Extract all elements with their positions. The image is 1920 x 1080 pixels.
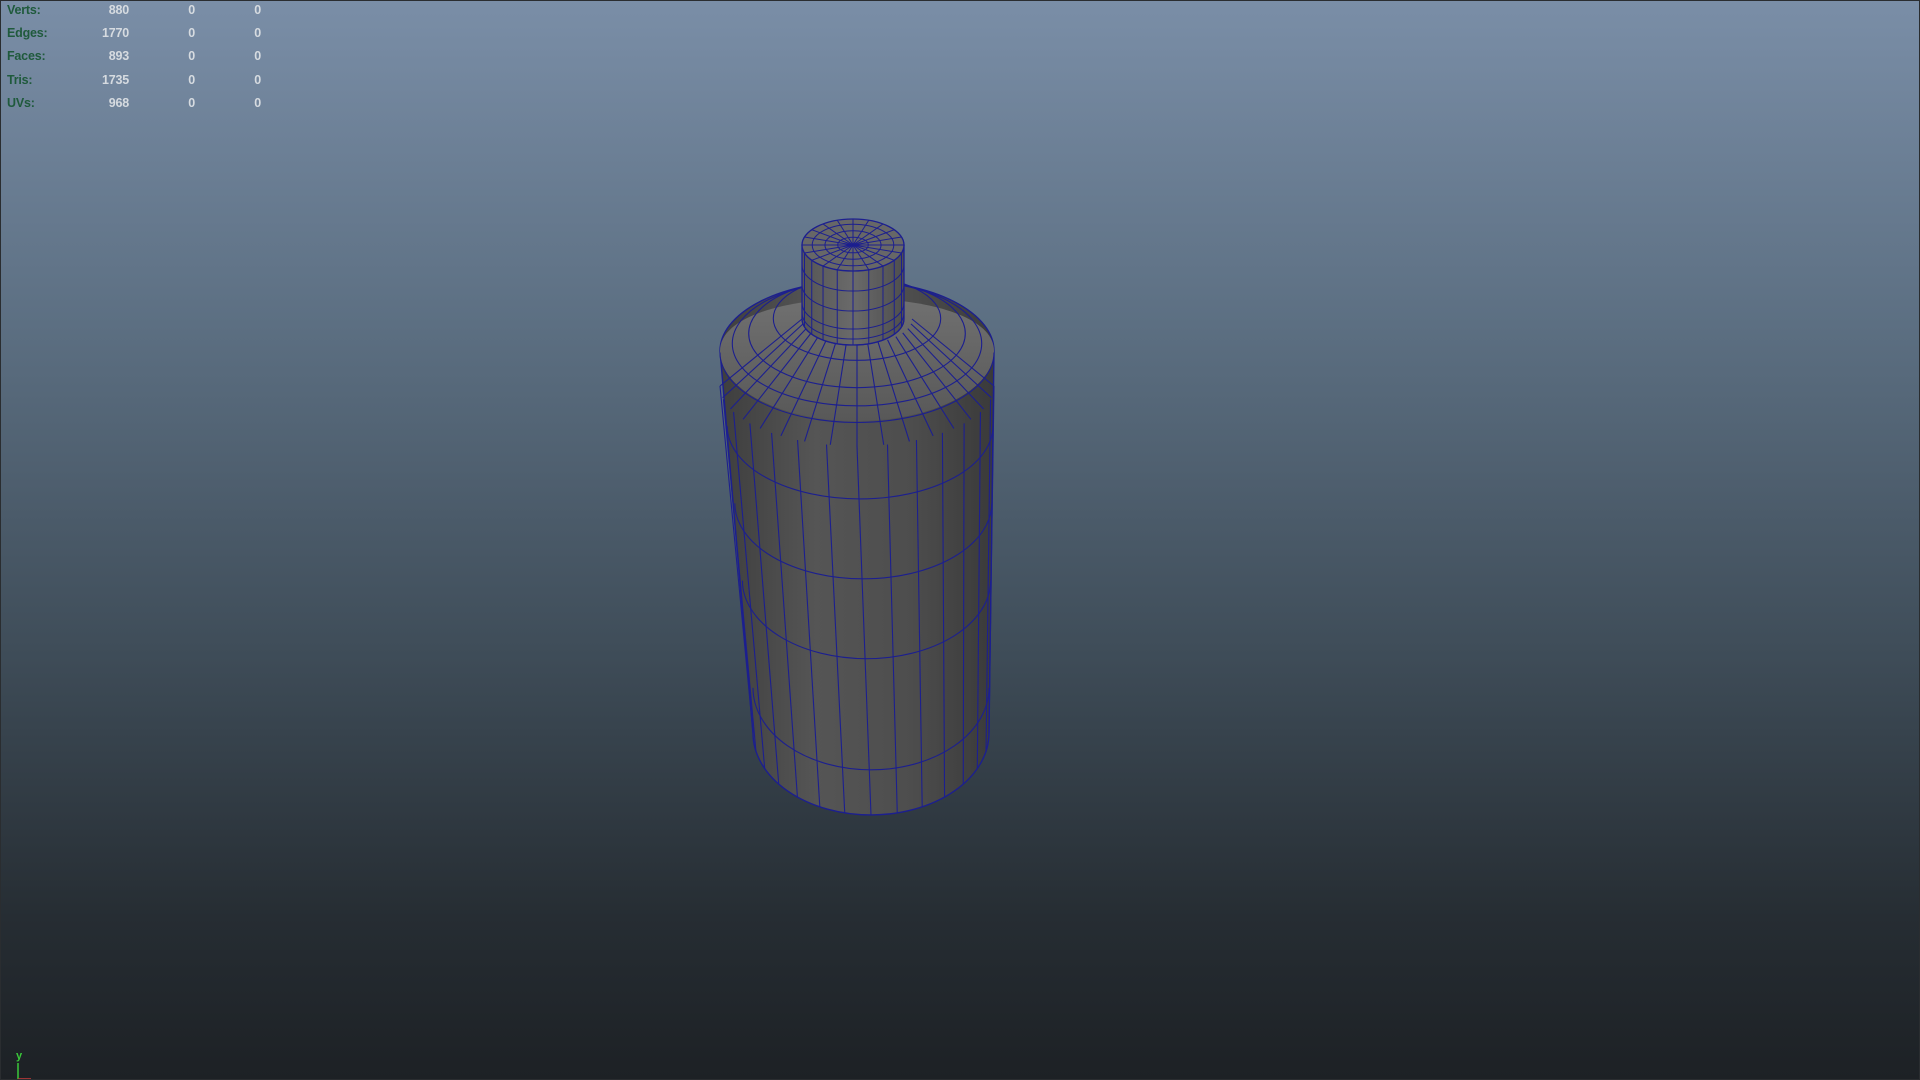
bottle-cap xyxy=(801,218,905,346)
bottle-body xyxy=(719,276,995,816)
viewport-3d[interactable]: Verts: 880 0 0 Edges: 1770 0 0 Faces: 89… xyxy=(0,0,1920,1080)
y-axis-label: y xyxy=(16,1050,23,1062)
axis-gizmo-icon: y xyxy=(16,1050,31,1079)
bottle-mesh-icon[interactable] xyxy=(1,1,1920,1080)
